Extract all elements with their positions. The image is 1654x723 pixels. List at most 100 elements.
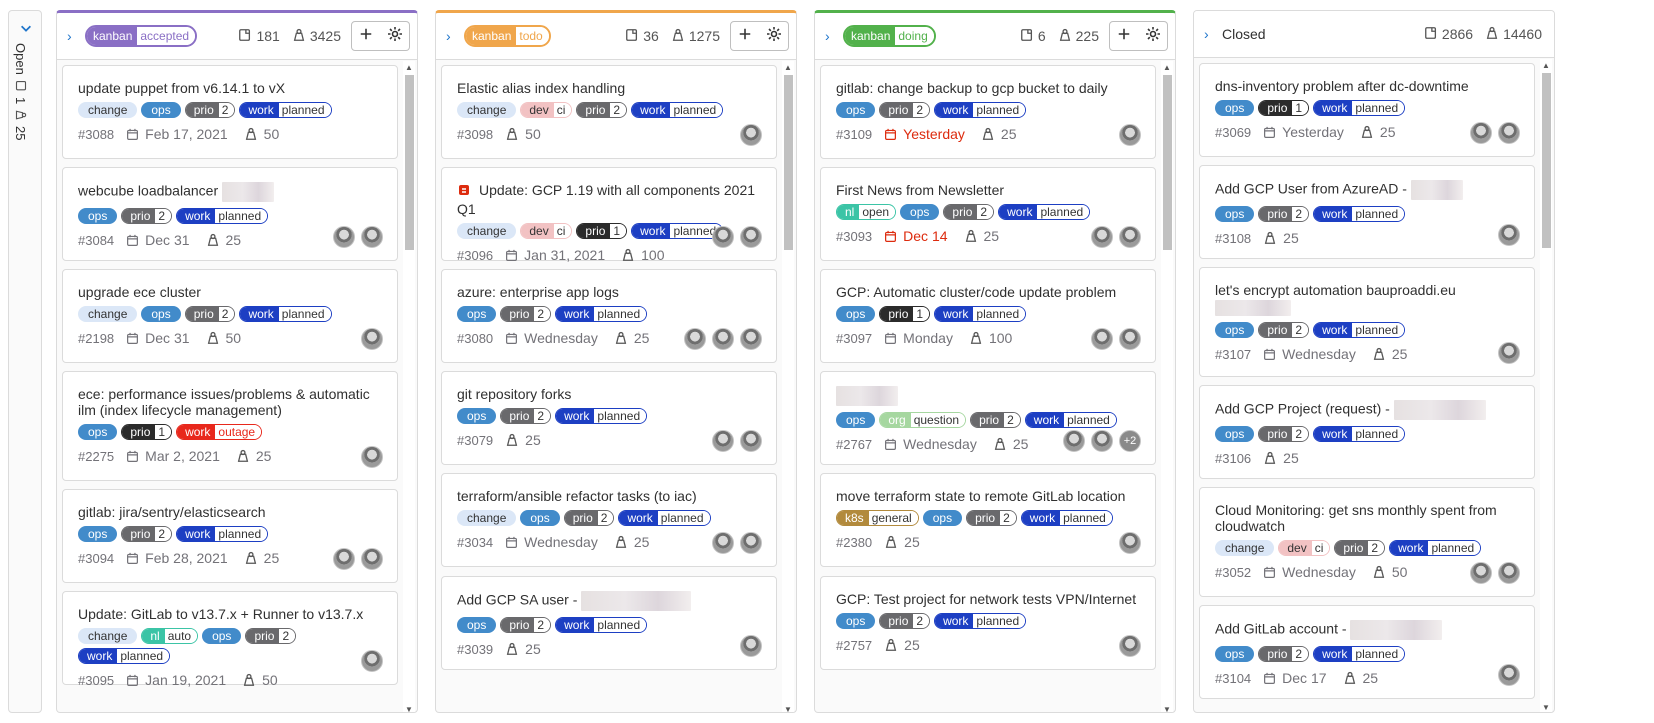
new-issue-button[interactable] <box>730 21 760 51</box>
issue-card[interactable]: ece: performance issues/problems & autom… <box>62 371 398 481</box>
avatar[interactable] <box>1470 562 1492 584</box>
label-work-planned[interactable]: work planned <box>78 648 171 664</box>
label-work-planned[interactable]: work planned <box>934 613 1027 629</box>
list-settings-button[interactable] <box>1138 21 1168 51</box>
label-ops[interactable]: ops <box>457 408 497 424</box>
issue-card[interactable]: Update: GitLab to v13.7.x + Runner to v1… <box>62 591 398 688</box>
label-ops[interactable]: ops <box>836 613 876 629</box>
label-ops[interactable]: ops <box>457 617 497 633</box>
chevron-down-icon[interactable] <box>18 21 34 35</box>
issue-title[interactable]: Add GCP Project (request) - <box>1215 386 1519 420</box>
avatar[interactable] <box>740 635 762 657</box>
list-settings-button[interactable] <box>380 21 410 51</box>
label-prio-2[interactable]: prio 2 <box>1258 646 1310 662</box>
issue-card[interactable]: GCP: Test project for network tests VPN/… <box>820 576 1156 670</box>
issue-card[interactable]: Add GCP Project (request) - ops prio 2 work… <box>1199 385 1535 479</box>
scroll-up-arrow[interactable]: ▲ <box>784 63 792 72</box>
label-work-planned[interactable]: work planned <box>1313 206 1406 222</box>
issue-title[interactable]: update puppet from v6.14.1 to vX <box>78 66 382 96</box>
avatar[interactable] <box>1498 562 1520 584</box>
avatar[interactable] <box>361 548 383 570</box>
issue-card[interactable]: azure: enterprise app logs ops prio 2 work pl… <box>441 269 777 363</box>
label-prio-2[interactable]: prio 2 <box>970 412 1021 428</box>
label-change[interactable]: change <box>1215 540 1275 556</box>
more-assignees-badge[interactable]: +2 <box>1119 430 1141 452</box>
scroll-down-arrow[interactable]: ▼ <box>1542 703 1550 712</box>
label-change[interactable]: change <box>457 510 517 526</box>
label-ops[interactable]: ops <box>836 102 876 118</box>
issue-card[interactable]: git repository forks ops prio 2 work planned #… <box>441 371 777 465</box>
label-work-planned[interactable]: work planned <box>934 102 1027 118</box>
list-label-pill[interactable]: kanban doing <box>843 25 936 47</box>
label-change[interactable]: change <box>457 223 517 239</box>
issue-title[interactable]: Add GCP SA user - <box>457 577 761 611</box>
label-prio-2[interactable]: prio 2 <box>1258 426 1310 442</box>
issue-title[interactable]: gitlab: change backup to gcp bucket to d… <box>836 66 1140 96</box>
scrollbar[interactable]: ▲ ▼ <box>782 61 794 712</box>
avatar[interactable] <box>1498 664 1520 686</box>
issue-title[interactable]: Cloud Monitoring: get sns monthly spent … <box>1215 488 1519 534</box>
label-ops[interactable]: ops <box>1215 206 1255 222</box>
label-ops[interactable]: ops <box>141 102 181 118</box>
scrollbar-thumb[interactable] <box>784 75 793 250</box>
chevron-right-icon[interactable]: › <box>815 28 837 44</box>
label-prio-2[interactable]: prio 2 <box>184 306 236 322</box>
label-prio-1[interactable]: prio 1 <box>121 424 173 440</box>
issue-title[interactable]: dns-inventory problem after dc-downtime <box>1215 64 1519 94</box>
label-ops[interactable]: ops <box>141 306 181 322</box>
label-prio-2[interactable]: prio 2 <box>943 204 995 220</box>
label-work-planned[interactable]: work planned <box>618 510 711 526</box>
label-work-planned[interactable]: work planned <box>555 408 648 424</box>
label-prio-2[interactable]: prio 2 <box>1334 540 1386 556</box>
label-work-planned[interactable]: work planned <box>1020 510 1113 526</box>
label-prio-2[interactable]: prio 2 <box>576 102 628 118</box>
label-ops[interactable]: ops <box>1215 322 1255 339</box>
issue-title[interactable]: webcube loadbalancer <box>78 168 382 202</box>
scrollbar[interactable]: ▲ ▼ <box>403 61 415 712</box>
label-change[interactable]: change <box>457 102 517 118</box>
label-prio-2[interactable]: prio 2 <box>500 617 552 633</box>
new-issue-button[interactable] <box>1109 21 1139 51</box>
issue-card[interactable]: gitlab: change backup to gcp bucket to d… <box>820 65 1156 159</box>
issue-title[interactable]: Add GitLab account - <box>1215 606 1519 640</box>
avatar[interactable] <box>1119 635 1141 657</box>
issue-card[interactable]: Add GitLab account - ops prio 2 work planned… <box>1199 605 1535 699</box>
avatar[interactable] <box>361 650 383 672</box>
avatar[interactable] <box>740 328 762 350</box>
label-work-planned[interactable]: work planned <box>239 102 332 118</box>
avatar[interactable] <box>1498 342 1520 364</box>
issue-card[interactable]: GCP: Automatic cluster/code update probl… <box>820 269 1156 363</box>
label-k8s-general[interactable]: k8s general <box>836 510 919 526</box>
avatar[interactable] <box>1119 124 1141 146</box>
issue-card[interactable]: terraform/ansible refactor tasks (to iac… <box>441 473 777 567</box>
avatar[interactable] <box>361 328 383 350</box>
label-work-planned[interactable]: work planned <box>631 102 724 118</box>
label-ops[interactable]: ops <box>78 208 118 224</box>
label-ops[interactable]: ops <box>1215 646 1255 662</box>
label-prio-2[interactable]: prio 2 <box>184 102 236 118</box>
issue-card[interactable]: Add GCP SA user - ops prio 2 work planned #30… <box>441 576 777 670</box>
label-change[interactable]: change <box>78 102 138 118</box>
label-prio-2[interactable]: prio 2 <box>1258 206 1310 222</box>
label-ops[interactable]: ops <box>922 510 963 526</box>
issue-card[interactable]: gitlab: jira/sentry/elasticsearch ops prio… <box>62 489 398 583</box>
issue-card[interactable]: Update: GCP 1.19 with all components 202… <box>441 167 777 263</box>
issue-title[interactable]: gitlab: jira/sentry/elasticsearch <box>78 490 382 520</box>
label-work-planned[interactable]: work planned <box>555 617 648 633</box>
scrollbar-thumb[interactable] <box>405 75 414 250</box>
issue-title[interactable]: terraform/ansible refactor tasks (to iac… <box>457 474 761 504</box>
label-prio-2[interactable]: prio 2 <box>879 613 931 629</box>
label-prio-2[interactable]: prio 2 <box>245 628 297 644</box>
avatar[interactable] <box>712 328 734 350</box>
label-work-planned[interactable]: work planned <box>1313 322 1406 339</box>
avatar[interactable] <box>740 430 762 452</box>
label-org-question[interactable]: org question <box>879 412 967 428</box>
label-work-planned[interactable]: work planned <box>1313 646 1406 662</box>
avatar[interactable] <box>684 328 706 350</box>
issue-title[interactable] <box>836 372 1140 406</box>
label-dev-ci[interactable]: dev ci <box>520 102 573 118</box>
scrollbar[interactable]: ▲ ▼ <box>1540 59 1552 712</box>
issue-title[interactable]: First News from Newsletter <box>836 168 1140 198</box>
scroll-up-arrow[interactable]: ▲ <box>405 63 413 72</box>
avatar[interactable] <box>1470 122 1492 144</box>
